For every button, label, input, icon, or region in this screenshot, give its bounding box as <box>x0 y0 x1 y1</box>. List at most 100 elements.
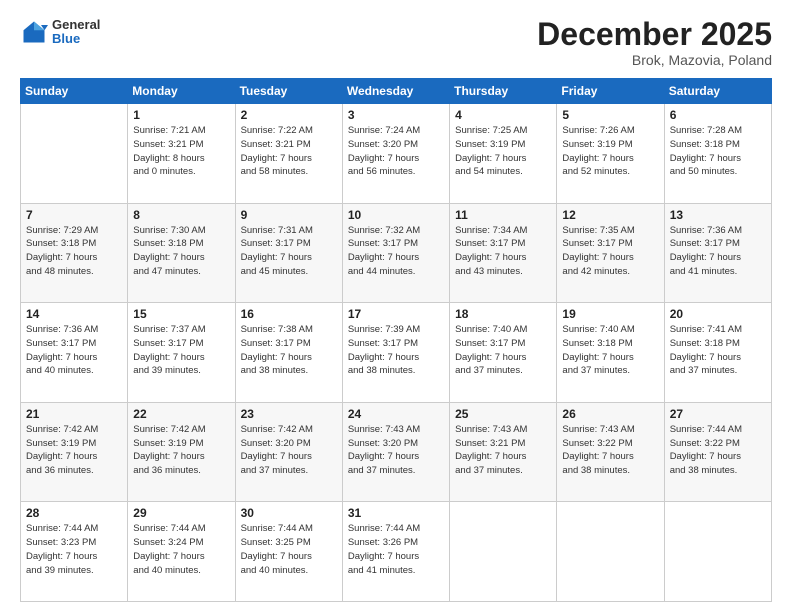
logo-icon <box>20 18 48 46</box>
table-row: 7Sunrise: 7:29 AMSunset: 3:18 PMDaylight… <box>21 203 128 303</box>
cell-text: Sunrise: 7:31 AM <box>241 224 337 238</box>
cell-text: Sunrise: 7:32 AM <box>348 224 444 238</box>
cell-text: Daylight: 7 hours <box>562 351 658 365</box>
cell-text: Sunrise: 7:21 AM <box>133 124 229 138</box>
cell-text: and 37 minutes. <box>670 364 766 378</box>
cell-text: Sunset: 3:19 PM <box>133 437 229 451</box>
cell-text: Sunrise: 7:26 AM <box>562 124 658 138</box>
table-row: 11 Sunrise: 7:34 AMSunset: 3:17 PMDayligh… <box>450 203 557 303</box>
cell-text: Sunrise: 7:29 AM <box>26 224 122 238</box>
cell-text: Sunset: 3:22 PM <box>562 437 658 451</box>
cell-text: Sunrise: 7:43 AM <box>455 423 551 437</box>
col-sunday: Sunday <box>21 79 128 104</box>
cell-text: Daylight: 7 hours <box>26 450 122 464</box>
cell-text: and 38 minutes. <box>241 364 337 378</box>
cell-text: Daylight: 7 hours <box>348 450 444 464</box>
day-number: 19 <box>562 307 658 321</box>
cell-text: Sunset: 3:18 PM <box>670 337 766 351</box>
cell-text: Sunrise: 7:44 AM <box>241 522 337 536</box>
cell-text: Sunrise: 7:43 AM <box>348 423 444 437</box>
table-row: 25Sunrise: 7:43 AMSunset: 3:21 PMDayligh… <box>450 402 557 502</box>
day-number: 8 <box>133 208 229 222</box>
cell-text: Daylight: 7 hours <box>348 351 444 365</box>
cell-text: Sunrise: 7:42 AM <box>133 423 229 437</box>
table-row: 3Sunrise: 7:24 AMSunset: 3:20 PMDaylight… <box>342 104 449 204</box>
cell-text: Sunset: 3:26 PM <box>348 536 444 550</box>
day-number: 31 <box>348 506 444 520</box>
table-row: 27Sunrise: 7:44 AMSunset: 3:22 PMDayligh… <box>664 402 771 502</box>
table-row: 31Sunrise: 7:44 AMSunset: 3:26 PMDayligh… <box>342 502 449 602</box>
cell-text: Sunset: 3:17 PM <box>348 237 444 251</box>
cell-text: and 48 minutes. <box>26 265 122 279</box>
cell-text: and 38 minutes. <box>562 464 658 478</box>
day-number: 15 <box>133 307 229 321</box>
cell-text: Sunset: 3:18 PM <box>562 337 658 351</box>
cell-text: Daylight: 7 hours <box>455 251 551 265</box>
cell-text: Sunset: 3:19 PM <box>562 138 658 152</box>
cell-text: Sunrise: 7:40 AM <box>562 323 658 337</box>
col-saturday: Saturday <box>664 79 771 104</box>
cell-text: Sunset: 3:17 PM <box>348 337 444 351</box>
calendar-page: General Blue December 2025 Brok, Mazovia… <box>0 0 792 612</box>
cell-text: Daylight: 7 hours <box>133 550 229 564</box>
title-area: December 2025 Brok, Mazovia, Poland <box>537 18 772 68</box>
day-number: 16 <box>241 307 337 321</box>
table-row <box>664 502 771 602</box>
logo-blue: Blue <box>52 32 100 46</box>
cell-text: Daylight: 7 hours <box>241 152 337 166</box>
cell-text: Sunrise: 7:34 AM <box>455 224 551 238</box>
col-friday: Friday <box>557 79 664 104</box>
day-number: 27 <box>670 407 766 421</box>
table-row: 15Sunrise: 7:37 AMSunset: 3:17 PMDayligh… <box>128 303 235 403</box>
table-row <box>557 502 664 602</box>
cell-text: Sunrise: 7:36 AM <box>26 323 122 337</box>
cell-text: Sunset: 3:21 PM <box>455 437 551 451</box>
cell-text: and 40 minutes. <box>133 564 229 578</box>
page-header: General Blue December 2025 Brok, Mazovia… <box>20 18 772 68</box>
day-number: 2 <box>241 108 337 122</box>
cell-text: Daylight: 7 hours <box>26 351 122 365</box>
table-row: 5Sunrise: 7:26 AMSunset: 3:19 PMDaylight… <box>557 104 664 204</box>
cell-text: Sunset: 3:20 PM <box>348 437 444 451</box>
cell-text: Sunrise: 7:28 AM <box>670 124 766 138</box>
cell-text: and 39 minutes. <box>133 364 229 378</box>
table-row: 23Sunrise: 7:42 AMSunset: 3:20 PMDayligh… <box>235 402 342 502</box>
day-number: 11 <box>455 208 551 222</box>
day-number: 25 <box>455 407 551 421</box>
cell-text: Sunrise: 7:38 AM <box>241 323 337 337</box>
cell-text: Sunset: 3:18 PM <box>26 237 122 251</box>
cell-text: and 38 minutes. <box>348 364 444 378</box>
day-number: 29 <box>133 506 229 520</box>
cell-text: Sunrise: 7:41 AM <box>670 323 766 337</box>
table-row: 19 Sunrise: 7:40 AMSunset: 3:18 PMDayligh… <box>557 303 664 403</box>
table-row: 22Sunrise: 7:42 AMSunset: 3:19 PMDayligh… <box>128 402 235 502</box>
table-row: 13Sunrise: 7:36 AMSunset: 3:17 PMDayligh… <box>664 203 771 303</box>
cell-text: and 52 minutes. <box>562 165 658 179</box>
table-row: 26Sunrise: 7:43 AMSunset: 3:22 PMDayligh… <box>557 402 664 502</box>
cell-text: Sunset: 3:17 PM <box>455 237 551 251</box>
cell-text: Daylight: 7 hours <box>670 251 766 265</box>
cell-text: and 42 minutes. <box>562 265 658 279</box>
cell-text: Daylight: 7 hours <box>133 251 229 265</box>
calendar-week-row: 1Sunrise: 7:21 AMSunset: 3:21 PMDaylight… <box>21 104 772 204</box>
day-number: 14 <box>26 307 122 321</box>
table-row: 6Sunrise: 7:28 AMSunset: 3:18 PMDaylight… <box>664 104 771 204</box>
cell-text: Sunrise: 7:44 AM <box>348 522 444 536</box>
day-number: 3 <box>348 108 444 122</box>
cell-text: and 37 minutes. <box>562 364 658 378</box>
cell-text: and 41 minutes. <box>348 564 444 578</box>
day-number: 12 <box>562 208 658 222</box>
cell-text: Sunrise: 7:22 AM <box>241 124 337 138</box>
day-number: 17 <box>348 307 444 321</box>
table-row: 8Sunrise: 7:30 AMSunset: 3:18 PMDaylight… <box>128 203 235 303</box>
table-row: 2Sunrise: 7:22 AMSunset: 3:21 PMDaylight… <box>235 104 342 204</box>
table-row <box>450 502 557 602</box>
cell-text: Sunrise: 7:37 AM <box>133 323 229 337</box>
cell-text: and 0 minutes. <box>133 165 229 179</box>
cell-text: and 36 minutes. <box>133 464 229 478</box>
table-row: 20Sunrise: 7:41 AMSunset: 3:18 PMDayligh… <box>664 303 771 403</box>
cell-text: Daylight: 7 hours <box>455 351 551 365</box>
cell-text: and 39 minutes. <box>26 564 122 578</box>
cell-text: and 41 minutes. <box>670 265 766 279</box>
day-number: 26 <box>562 407 658 421</box>
